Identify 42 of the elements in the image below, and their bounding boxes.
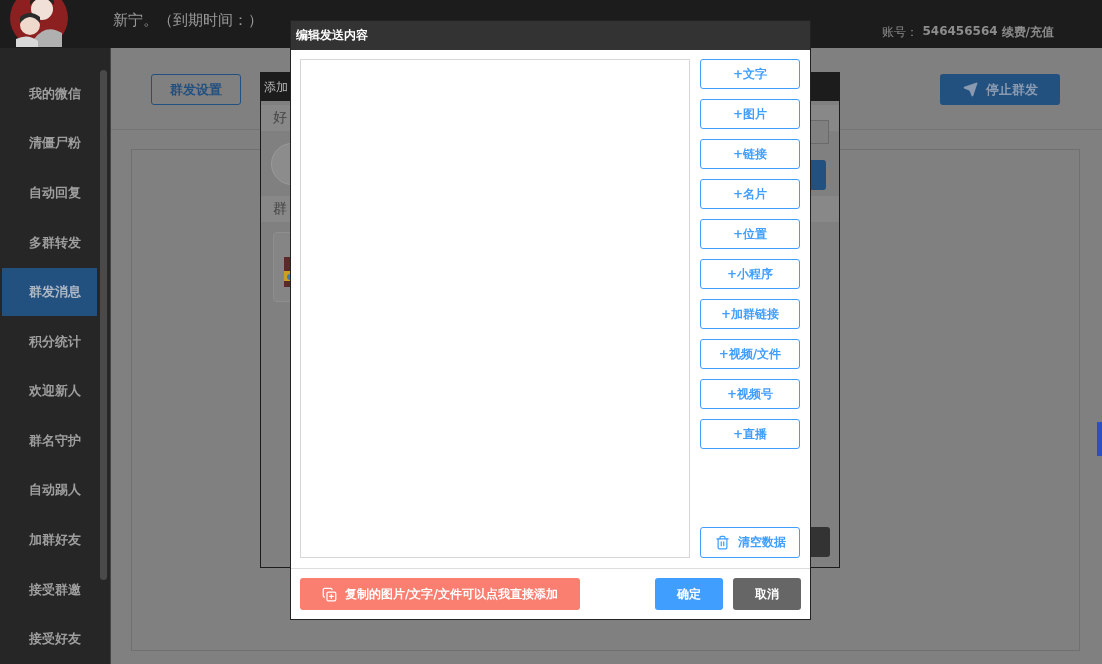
sidebar-item[interactable]: 加群好友	[2, 516, 97, 564]
add-button[interactable]: +小程序	[700, 259, 800, 289]
sidebar-item[interactable]: 自动踢人	[2, 466, 97, 515]
add-button[interactable]: +图片	[700, 99, 800, 129]
sidebar-item[interactable]: 群发消息	[2, 268, 97, 316]
confirm-button[interactable]: 确定	[655, 578, 723, 610]
dialog-title: 添加	[264, 78, 288, 96]
clear-button[interactable]: 清空数据	[700, 527, 800, 558]
settings-button[interactable]: 群发设置	[151, 74, 241, 105]
dialog-title: 编辑发送内容	[296, 27, 368, 44]
add-button[interactable]: +视频/文件	[700, 339, 800, 369]
add-button[interactable]: +位置	[700, 219, 800, 249]
sidebar-item[interactable]: 多群转发	[2, 218, 97, 267]
sidebar-item[interactable]: 欢迎新人	[2, 367, 97, 416]
sidebar-item[interactable]: 接受好友	[2, 615, 97, 663]
copy-plus-icon	[322, 586, 338, 602]
account-label: 账号：	[882, 23, 919, 41]
scrollbar[interactable]	[100, 70, 107, 580]
add-button[interactable]: +文字	[700, 59, 800, 89]
add-button[interactable]: +名片	[700, 179, 800, 209]
sidebar-item[interactable]: 我的微信	[2, 70, 97, 118]
content-input[interactable]	[300, 59, 690, 558]
add-button[interactable]: +加群链接	[700, 299, 800, 329]
stop-button[interactable]: 停止群发	[940, 74, 1060, 105]
sidebar-item[interactable]: 接受群邀	[2, 565, 97, 614]
trash-icon	[714, 535, 730, 550]
section-label: 好	[273, 109, 287, 127]
renew-link[interactable]: 续费/充值	[1001, 23, 1054, 41]
sidebar-item[interactable]: 群名守护	[2, 417, 97, 465]
send-icon	[962, 82, 978, 97]
add-button[interactable]: +视频号	[700, 379, 800, 409]
add-button[interactable]: +链接	[700, 139, 800, 169]
account-number: 546456564	[922, 23, 998, 40]
sidebar-item[interactable]: 清僵尸粉	[2, 119, 97, 168]
sidebar-item[interactable]: 积分统计	[2, 317, 97, 366]
sidebar-item[interactable]: 自动回复	[2, 169, 97, 217]
add-button[interactable]: +直播	[700, 419, 800, 449]
section-label: 群	[273, 200, 287, 218]
paste-button[interactable]: 复制的图片/文字/文件可以点我直接添加	[300, 578, 580, 610]
cancel-button[interactable]: 取消	[733, 578, 801, 610]
side-tab[interactable]	[1097, 422, 1102, 456]
user-expiry-text: 新宁。（到期时间：）	[113, 10, 263, 30]
